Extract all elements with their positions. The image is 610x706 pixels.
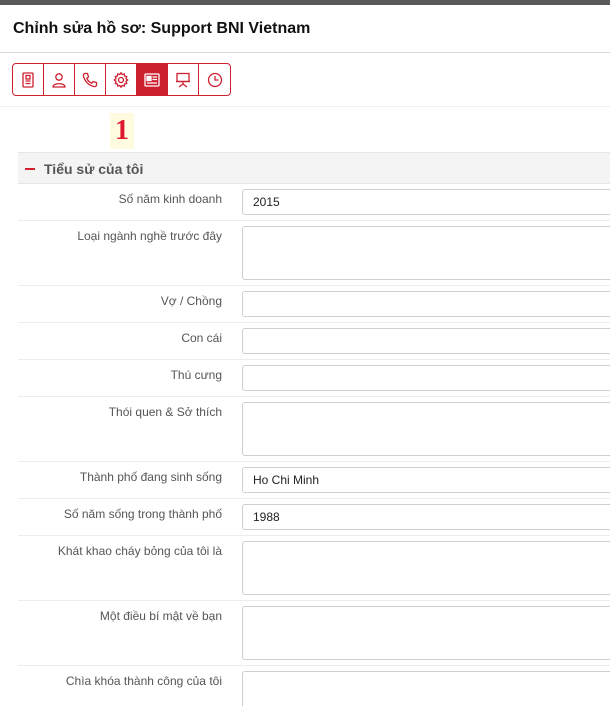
- field-label: Thói quen & Sở thích: [108, 405, 222, 419]
- burning-desire-textarea[interactable]: [242, 541, 610, 595]
- field-row: Chìa khóa thành công của tôi: [18, 666, 610, 706]
- field-row: Số năm kinh doanh 2015: [18, 184, 610, 221]
- tab-bio[interactable]: [137, 64, 168, 95]
- user-icon: [52, 72, 66, 88]
- page-title: Chỉnh sửa hồ sơ: Support BNI Vietnam: [13, 20, 311, 37]
- field-label: Số năm kinh doanh: [118, 192, 222, 206]
- field-row: Một điều bí mật về bạn: [18, 601, 610, 666]
- page-header: Chỉnh sửa hồ sơ: Support BNI Vietnam: [0, 5, 610, 53]
- collapse-icon[interactable]: [25, 168, 35, 170]
- presentation-icon: [176, 72, 190, 88]
- tab-settings[interactable]: [106, 64, 137, 95]
- previous-industry-textarea[interactable]: [242, 226, 610, 280]
- field-label: Một điều bí mật về bạn: [99, 609, 222, 623]
- toolbar-divider: [0, 106, 610, 107]
- field-label: Vợ / Chồng: [160, 294, 222, 308]
- phone-icon: [82, 72, 98, 87]
- field-row: Vợ / Chồng: [18, 286, 610, 323]
- city-input[interactable]: Ho Chi Minh: [242, 467, 610, 493]
- field-label: Chìa khóa thành công của tôi: [65, 674, 222, 688]
- field-row: Con cái: [18, 323, 610, 360]
- field-label: Số năm sống trong thành phố: [63, 507, 222, 521]
- hobbies-textarea[interactable]: [242, 402, 610, 456]
- key-to-success-textarea[interactable]: [242, 671, 610, 706]
- field-label: Thú cưng: [170, 368, 222, 382]
- tab-presentation[interactable]: [168, 64, 199, 95]
- field-row: Thói quen & Sở thích: [18, 397, 610, 462]
- id-card-icon: [144, 72, 160, 87]
- field-row: Khát khao cháy bỏng của tôi là: [18, 536, 610, 601]
- field-row: Thú cưng: [18, 360, 610, 397]
- years-in-business-input[interactable]: 2015: [242, 189, 610, 215]
- profile-toolbar: [12, 63, 231, 96]
- clock-chart-icon: [207, 72, 222, 87]
- step-annotation: 1: [110, 113, 134, 149]
- tab-personal[interactable]: [44, 64, 75, 95]
- field-label: Thành phố đang sinh sống: [79, 470, 222, 484]
- field-row: Thành phố đang sinh sống Ho Chi Minh: [18, 462, 610, 499]
- gear-icon: [113, 71, 129, 88]
- tab-document[interactable]: [13, 64, 44, 95]
- section-title: Tiểu sử của tôi: [44, 161, 144, 177]
- field-row: Loại ngành nghề trước đây: [18, 221, 610, 286]
- field-row: Số năm sống trong thành phố 1988: [18, 499, 610, 536]
- field-label: Loại ngành nghề trước đây: [77, 229, 222, 243]
- secret-textarea[interactable]: [242, 606, 610, 660]
- field-label: Con cái: [181, 331, 222, 345]
- document-icon: [22, 71, 34, 88]
- pets-input[interactable]: [242, 365, 610, 391]
- years-in-city-input[interactable]: 1988: [242, 504, 610, 530]
- tab-contact[interactable]: [75, 64, 106, 95]
- children-input[interactable]: [242, 328, 610, 354]
- tab-history[interactable]: [199, 64, 230, 95]
- spouse-input[interactable]: [242, 291, 610, 317]
- section-header[interactable]: Tiểu sử của tôi: [18, 152, 610, 184]
- field-label: Khát khao cháy bỏng của tôi là: [57, 544, 222, 558]
